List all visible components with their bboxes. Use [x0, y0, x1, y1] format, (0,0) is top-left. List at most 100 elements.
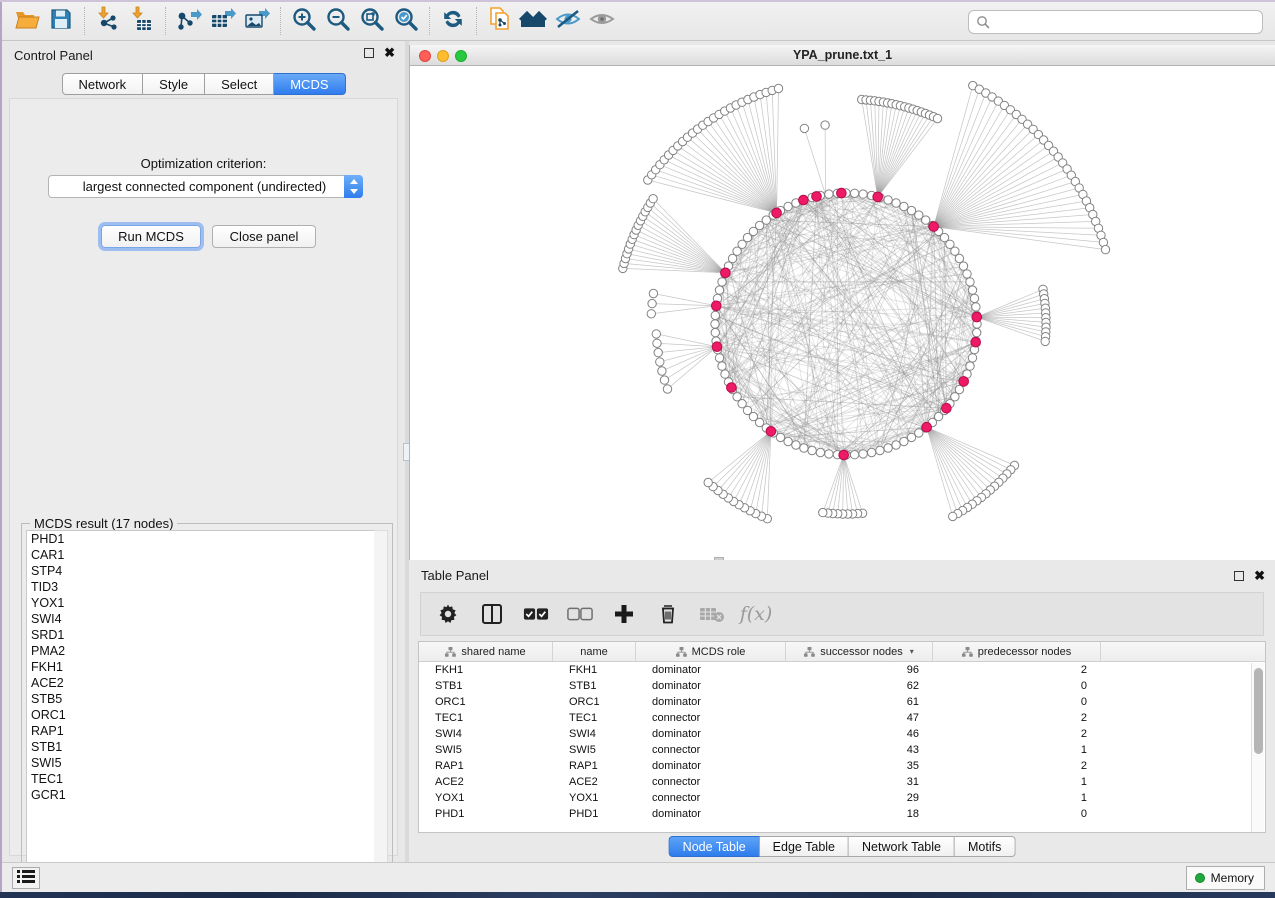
mcds-result-item[interactable]: ACE2	[27, 675, 375, 691]
mcds-result-item[interactable]: SRD1	[27, 627, 375, 643]
export-network-button[interactable]	[172, 6, 206, 36]
mcds-result-list[interactable]: PHD1CAR1STP4TID3YOX1SWI4SRD1PMA2FKH1ACE2…	[26, 530, 376, 886]
table-cell[interactable]: dominator	[636, 694, 786, 710]
zoom-fit-button[interactable]	[355, 6, 389, 36]
table-cell[interactable]: ORC1	[419, 694, 553, 710]
close-panel-icon[interactable]: ✖	[1254, 571, 1265, 581]
mcds-result-item[interactable]: GCR1	[27, 787, 375, 803]
table-cell[interactable]: 1	[933, 742, 1101, 758]
table-cell[interactable]: ACE2	[553, 774, 636, 790]
run-mcds-button[interactable]: Run MCDS	[101, 225, 201, 248]
table-cell[interactable]: 18	[786, 806, 933, 822]
table-cell[interactable]: SWI5	[553, 742, 636, 758]
tab-select[interactable]: Select	[205, 73, 274, 95]
search-input[interactable]	[968, 10, 1263, 34]
tab-edge-table[interactable]: Edge Table	[760, 836, 849, 857]
mcds-result-item[interactable]: TEC1	[27, 771, 375, 787]
table-cell[interactable]: 2	[933, 662, 1101, 678]
table-cell[interactable]: SWI4	[419, 726, 553, 742]
column-header-MCDS-role[interactable]: MCDS role	[636, 642, 786, 661]
table-row[interactable]: YOX1YOX1connector291	[419, 790, 1265, 806]
table-cell[interactable]: 2	[933, 710, 1101, 726]
tab-style[interactable]: Style	[143, 73, 205, 95]
table-cell[interactable]: dominator	[636, 806, 786, 822]
tab-mcds[interactable]: MCDS	[274, 73, 345, 95]
mcds-result-item[interactable]: STB1	[27, 739, 375, 755]
table-cell[interactable]: dominator	[636, 678, 786, 694]
save-button[interactable]	[44, 6, 78, 36]
table-cell[interactable]: 61	[786, 694, 933, 710]
open-button[interactable]	[10, 6, 44, 36]
mcds-result-item[interactable]: SWI4	[27, 611, 375, 627]
table-cell[interactable]: 46	[786, 726, 933, 742]
table-cell[interactable]: YOX1	[553, 790, 636, 806]
table-cell[interactable]: RAP1	[553, 758, 636, 774]
mcds-result-item[interactable]: FKH1	[27, 659, 375, 675]
hide-selected-button[interactable]	[551, 6, 585, 36]
column-header-name[interactable]: name	[553, 642, 636, 661]
table-cell[interactable]: 31	[786, 774, 933, 790]
memory-button[interactable]: Memory	[1186, 866, 1265, 890]
table-row[interactable]: PHD1PHD1dominator180	[419, 806, 1265, 822]
table-cell[interactable]: 0	[933, 678, 1101, 694]
delete-table-button[interactable]	[699, 601, 725, 627]
table-cell[interactable]: 0	[933, 806, 1101, 822]
tab-motifs[interactable]: Motifs	[955, 836, 1015, 857]
node-table[interactable]: shared namenameMCDS rolesuccessor nodes▾…	[418, 641, 1266, 833]
table-cell[interactable]: connector	[636, 790, 786, 806]
mcds-result-item[interactable]: SWI5	[27, 755, 375, 771]
export-image-button[interactable]	[240, 6, 274, 36]
import-network-button[interactable]	[91, 6, 125, 36]
mcds-result-item[interactable]: CAR1	[27, 547, 375, 563]
table-cell[interactable]: dominator	[636, 662, 786, 678]
automation-panel-button[interactable]	[12, 867, 40, 889]
table-scrollbar[interactable]	[1251, 663, 1264, 832]
deselect-all-button[interactable]	[567, 601, 593, 627]
table-row[interactable]: SWI4SWI4dominator462	[419, 726, 1265, 742]
float-panel-icon[interactable]	[364, 48, 374, 58]
table-cell[interactable]: 43	[786, 742, 933, 758]
table-scrollbar-thumb[interactable]	[1254, 668, 1263, 754]
mcds-result-item[interactable]: RAP1	[27, 723, 375, 739]
table-row[interactable]: ORC1ORC1dominator610	[419, 694, 1265, 710]
table-cell[interactable]: ORC1	[553, 694, 636, 710]
mcds-result-item[interactable]: TID3	[27, 579, 375, 595]
table-cell[interactable]: STB1	[419, 678, 553, 694]
table-cell[interactable]: ACE2	[419, 774, 553, 790]
mcds-result-item[interactable]: YOX1	[27, 595, 375, 611]
table-cell[interactable]: 47	[786, 710, 933, 726]
show-all-button[interactable]	[585, 6, 619, 36]
export-table-button[interactable]	[206, 6, 240, 36]
float-panel-icon[interactable]	[1234, 571, 1244, 581]
zoom-selected-button[interactable]	[389, 6, 423, 36]
table-row[interactable]: SWI5SWI5connector431	[419, 742, 1265, 758]
table-cell[interactable]: PHD1	[553, 806, 636, 822]
zoom-in-button[interactable]	[287, 6, 321, 36]
table-cell[interactable]: TEC1	[419, 710, 553, 726]
table-cell[interactable]: 1	[933, 790, 1101, 806]
criterion-dropdown[interactable]: largest connected component (undirected)	[48, 175, 363, 198]
mcds-result-item[interactable]: PHD1	[27, 531, 375, 547]
new-network-from-selection-button[interactable]	[483, 6, 517, 36]
delete-column-button[interactable]	[655, 601, 681, 627]
table-row[interactable]: FKH1FKH1dominator962	[419, 662, 1265, 678]
column-header-successor-nodes[interactable]: successor nodes▾	[786, 642, 933, 661]
table-cell[interactable]: dominator	[636, 758, 786, 774]
table-cell[interactable]: connector	[636, 710, 786, 726]
mcds-list-scrollbar[interactable]	[374, 530, 388, 886]
refresh-button[interactable]	[436, 6, 470, 36]
table-cell[interactable]: 0	[933, 694, 1101, 710]
table-cell[interactable]: 96	[786, 662, 933, 678]
table-cell[interactable]: 62	[786, 678, 933, 694]
table-cell[interactable]: 2	[933, 726, 1101, 742]
tab-network[interactable]: Network	[61, 73, 143, 95]
table-cell[interactable]: STB1	[553, 678, 636, 694]
network-canvas[interactable]	[410, 66, 1275, 560]
network-window-titlebar[interactable]: YPA_prune.txt_1	[410, 45, 1275, 66]
table-cell[interactable]: RAP1	[419, 758, 553, 774]
table-cell[interactable]: 29	[786, 790, 933, 806]
table-row[interactable]: RAP1RAP1dominator352	[419, 758, 1265, 774]
mcds-result-item[interactable]: STB5	[27, 691, 375, 707]
tab-node-table[interactable]: Node Table	[669, 836, 760, 857]
table-cell[interactable]: YOX1	[419, 790, 553, 806]
